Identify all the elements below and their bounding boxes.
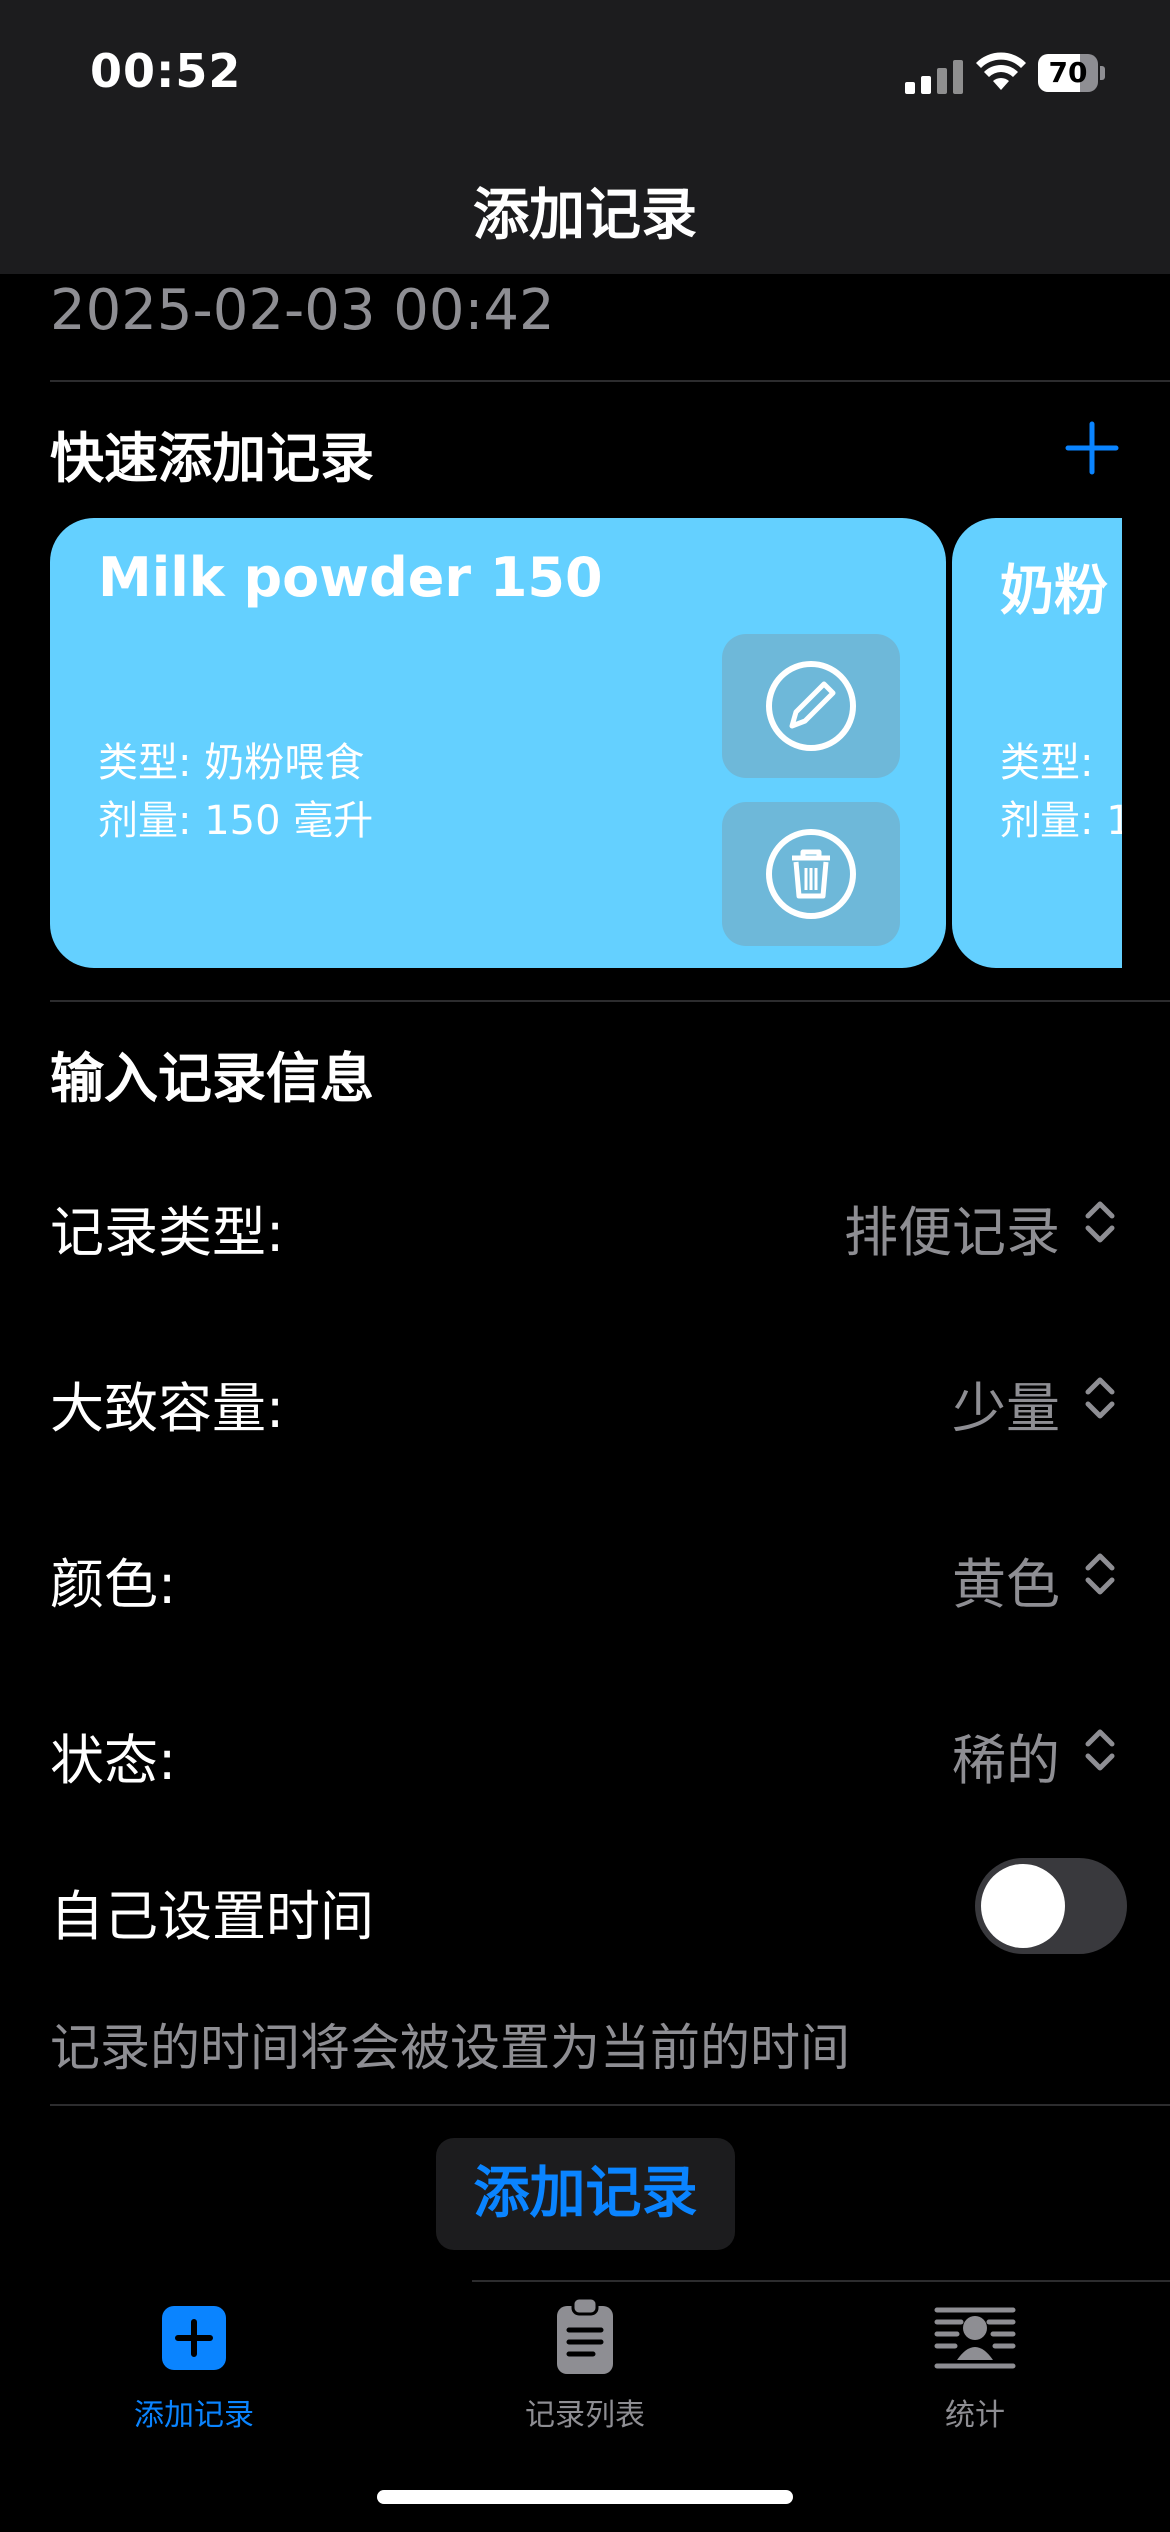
date-display: 2025-02-03 00:42	[50, 278, 555, 343]
chevron-up-down-icon	[1085, 1553, 1115, 1595]
person-chart-icon	[934, 2307, 1016, 2369]
tab-record-list[interactable]: 记录列表	[485, 2296, 685, 2436]
battery-icon: 70	[1038, 54, 1106, 92]
page-title: 添加记录	[473, 183, 697, 248]
custom-time-toggle[interactable]	[975, 1858, 1127, 1954]
volume-label: 大致容量:	[50, 1377, 285, 1440]
card-title: 奶粉	[1000, 559, 1108, 622]
quick-record-card[interactable]: Milk powder 150 类型: 奶粉喂食 剂量: 150 毫升	[50, 518, 946, 968]
color-picker[interactable]: 黄色	[952, 1540, 1060, 1619]
state-label: 状态:	[50, 1729, 177, 1792]
battery-level: 70	[1038, 54, 1098, 92]
edit-button[interactable]	[722, 634, 900, 778]
add-quick-record-icon[interactable]	[1062, 418, 1122, 478]
chevron-up-down-icon	[1085, 1729, 1115, 1771]
tab-add-record[interactable]: 添加记录	[94, 2296, 294, 2436]
time-hint: 记录的时间将会被设置为当前的时间	[50, 2019, 850, 2077]
card-dose: 剂量: 1	[1000, 798, 1122, 844]
tab-label: 记录列表	[525, 2398, 645, 2433]
submit-record-button[interactable]: 添加记录	[436, 2138, 735, 2250]
record-type-picker[interactable]: 排便记录	[844, 1188, 1060, 1267]
divider	[50, 380, 1170, 382]
tab-statistics[interactable]: 统计	[875, 2296, 1075, 2436]
quick-record-card[interactable]: 奶粉 类型: 剂量: 1	[952, 518, 1122, 968]
wifi-icon	[976, 52, 1026, 90]
quick-add-title: 快速添加记录	[50, 427, 374, 490]
card-type: 类型:	[1000, 740, 1094, 786]
volume-picker[interactable]: 少量	[952, 1364, 1060, 1443]
card-dose: 剂量: 150 毫升	[98, 798, 374, 844]
cellular-signal-icon	[905, 58, 963, 94]
chevron-up-down-icon	[1085, 1377, 1115, 1419]
form-title: 输入记录信息	[50, 1047, 374, 1110]
divider	[50, 2104, 1170, 2106]
home-indicator	[377, 2490, 793, 2504]
custom-time-label: 自己设置时间	[50, 1885, 374, 1948]
tab-label: 统计	[945, 2398, 1005, 2433]
tab-bar-divider	[472, 2280, 1170, 2282]
divider	[50, 1000, 1170, 1002]
clipboard-icon	[557, 2296, 613, 2374]
tab-label: 添加记录	[134, 2398, 254, 2433]
chevron-up-down-icon	[1085, 1201, 1115, 1243]
color-label: 颜色:	[50, 1553, 177, 1616]
state-picker[interactable]: 稀的	[952, 1716, 1060, 1795]
pencil-circle-icon	[766, 661, 856, 751]
record-type-label: 记录类型:	[50, 1201, 285, 1264]
card-type: 类型: 奶粉喂食	[98, 740, 365, 786]
status-time: 00:52	[90, 44, 242, 98]
delete-button[interactable]	[722, 802, 900, 946]
plus-square-icon	[162, 2306, 226, 2370]
trash-circle-icon	[766, 829, 856, 919]
card-title: Milk powder 150	[98, 546, 603, 609]
toggle-knob	[981, 1864, 1065, 1948]
